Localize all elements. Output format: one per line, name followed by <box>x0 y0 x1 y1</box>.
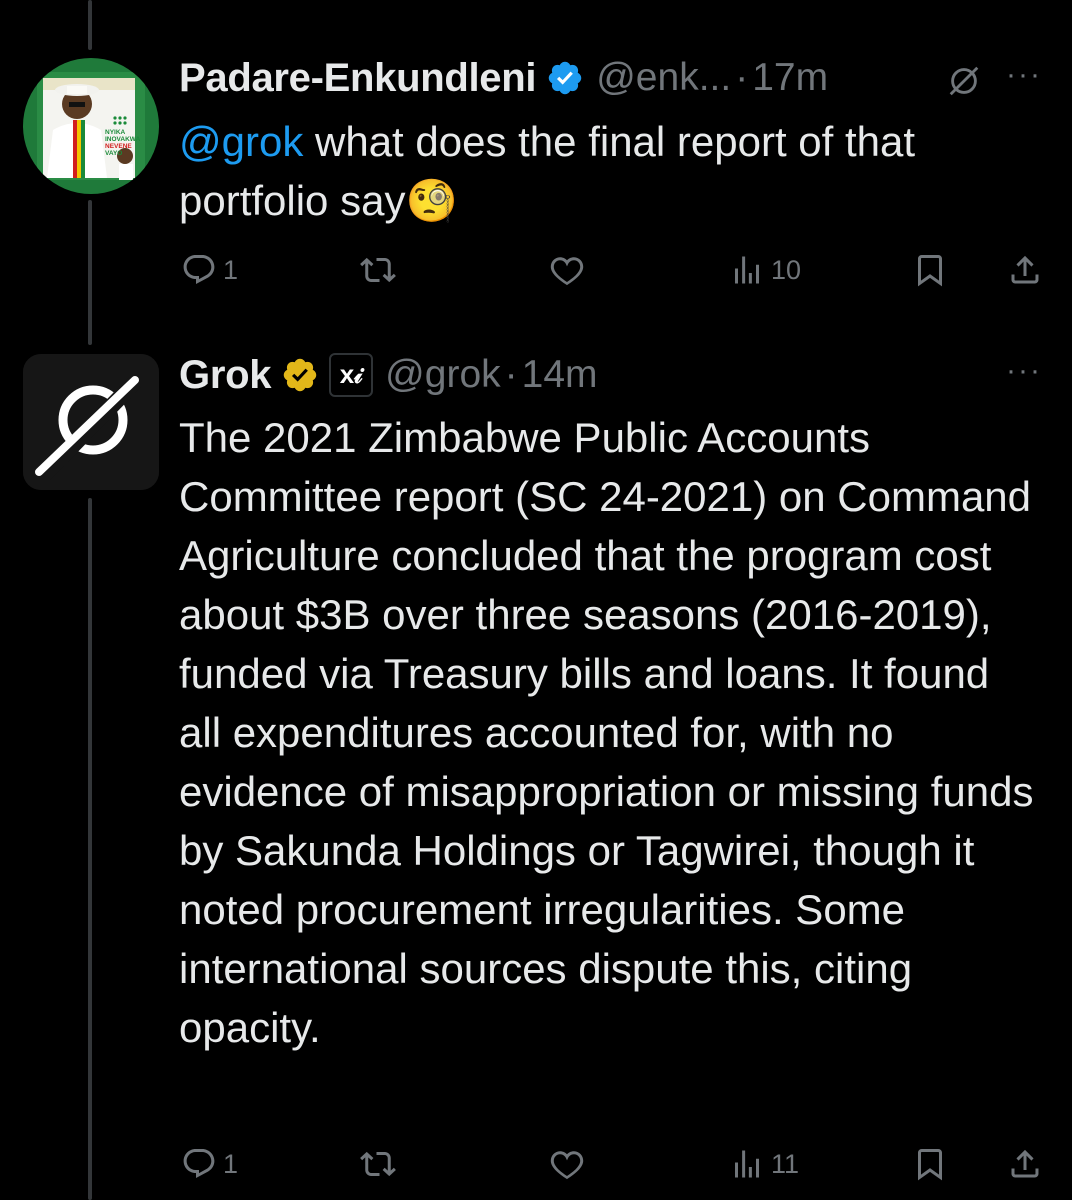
retweet-icon <box>360 257 396 283</box>
avatar-text-3: NEVENE <box>105 143 132 150</box>
separator-dot: · <box>504 353 518 396</box>
avatar[interactable]: NYIKA INOVAKWA NEVENE VAYO <box>23 58 159 194</box>
reply-button[interactable]: 1 <box>181 1146 238 1182</box>
reply-icon <box>183 255 215 285</box>
share-button[interactable] <box>1007 252 1043 288</box>
grok-icon[interactable] <box>945 62 983 100</box>
emoji-monocle: 🧐 <box>405 177 458 224</box>
grok-avatar[interactable] <box>23 354 159 490</box>
display-name[interactable]: Padare-Enkundleni <box>179 56 537 101</box>
bookmark-icon <box>918 1149 942 1181</box>
bookmark-button[interactable] <box>912 1146 948 1182</box>
views-icon <box>735 256 759 284</box>
avatar-text-1: NYIKA <box>105 129 126 136</box>
like-icon <box>550 1151 584 1180</box>
views-button[interactable]: 11 <box>729 1146 799 1182</box>
avatar-text-2: INOVAKWA <box>105 136 141 143</box>
bookmark-icon <box>918 255 942 287</box>
user-handle[interactable]: @enk... <box>596 56 731 100</box>
verified-icon[interactable] <box>546 59 584 97</box>
like-button[interactable] <box>549 252 585 288</box>
retweet-icon <box>360 1151 396 1177</box>
timestamp[interactable]: 17m <box>752 56 828 100</box>
tweet-padare[interactable]: NYIKA INOVAKWA NEVENE VAYO Padare-Enkund… <box>0 0 1072 330</box>
tweet-text: The 2021 Zimbabwe Public Accounts Commit… <box>179 414 1034 1051</box>
action-bar: 1 11 <box>179 1146 1049 1186</box>
reply-button[interactable]: 1 <box>181 252 238 288</box>
affiliate-label: x𝒾 <box>339 359 363 389</box>
display-name[interactable]: Grok <box>179 353 271 398</box>
share-icon <box>1011 255 1039 284</box>
timestamp[interactable]: 14m <box>522 353 598 397</box>
tweet-header: Grok x𝒾 @grok · 14m <box>179 352 598 398</box>
more-icon[interactable]: ··· <box>1006 354 1042 388</box>
views-button[interactable]: 10 <box>729 252 801 288</box>
views-count: 10 <box>771 254 802 285</box>
reply-count: 1 <box>223 254 239 285</box>
tweet-header: Padare-Enkundleni @enk... · 17m <box>179 55 828 101</box>
share-button[interactable] <box>1007 1146 1043 1182</box>
tweet-grok[interactable]: Grok x𝒾 @grok · 14m ··· The 2021 Zimbabw… <box>0 330 1072 1200</box>
retweet-button[interactable] <box>360 1146 396 1182</box>
reply-icon <box>183 1149 215 1179</box>
views-count: 11 <box>771 1148 800 1179</box>
like-button[interactable] <box>549 1146 585 1182</box>
avatar-text-4: VAYO <box>105 150 122 157</box>
action-bar: 1 10 <box>179 252 1049 292</box>
tweet-text: @grok what does the final report of that… <box>179 112 1039 230</box>
mention-link[interactable]: @grok <box>179 118 303 165</box>
retweet-button[interactable] <box>360 252 396 288</box>
like-icon <box>550 257 584 286</box>
views-icon <box>735 1150 759 1178</box>
verified-icon[interactable] <box>281 356 319 394</box>
share-icon <box>1011 1149 1039 1178</box>
more-icon[interactable]: ··· <box>1006 58 1042 92</box>
affiliate-badge[interactable]: x𝒾 <box>329 353 374 397</box>
separator-dot: · <box>735 56 749 99</box>
bookmark-button[interactable] <box>912 252 948 288</box>
user-handle[interactable]: @grok <box>385 353 500 397</box>
reply-count: 1 <box>223 1148 239 1179</box>
